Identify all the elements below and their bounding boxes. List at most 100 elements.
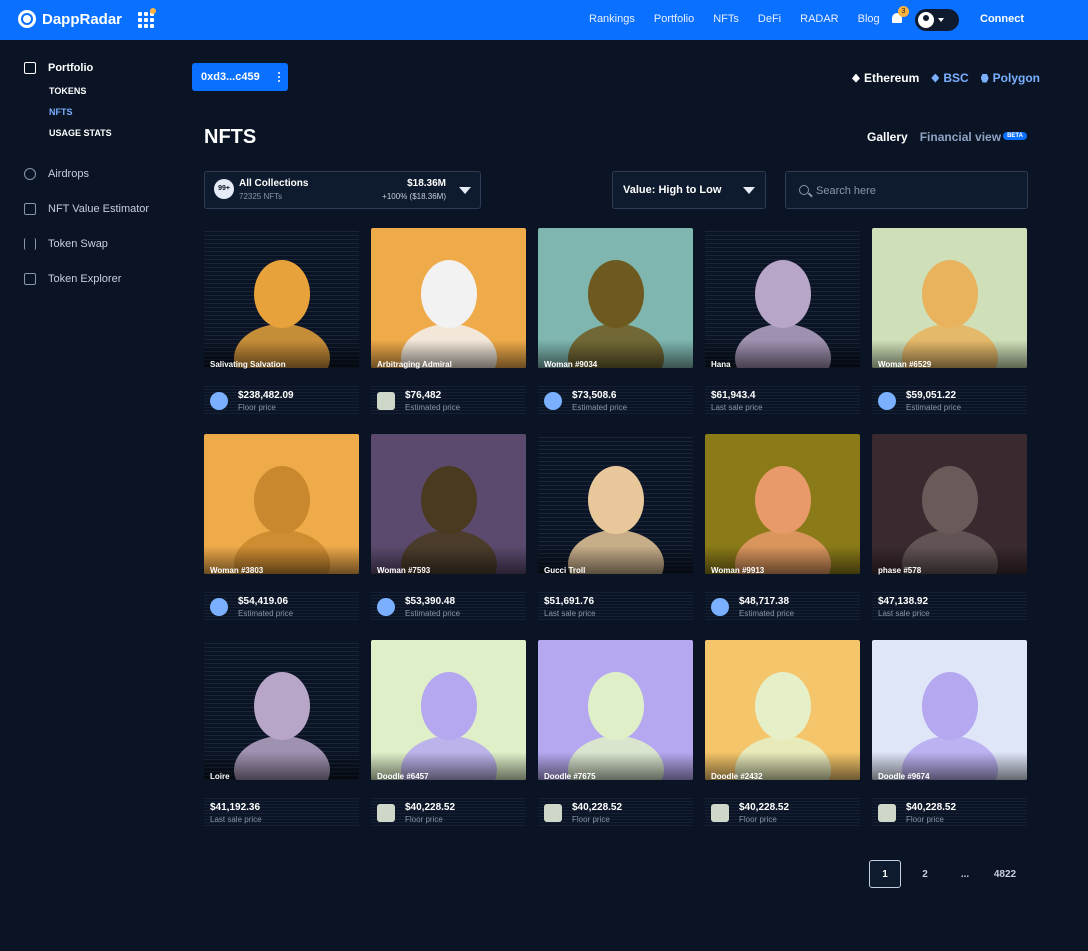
nft-image — [538, 640, 693, 780]
nft-image — [705, 640, 860, 780]
user-menu[interactable] — [915, 9, 959, 31]
sidebar-item-nft-value-estimator[interactable]: NFT Value Estimator — [24, 203, 184, 215]
collection-change: +100% ($18.36M) — [382, 192, 446, 201]
nft-price-info: $76,482 Estimated price — [371, 384, 526, 414]
nft-name: Doodle #2432 — [711, 772, 763, 781]
nft-price-label: Estimated price — [405, 403, 461, 412]
artwork-head-shape — [922, 260, 978, 328]
nft-price-info: $238,482.09 Floor price — [204, 384, 359, 414]
nav-nfts[interactable]: NFTs — [713, 13, 739, 25]
nft-price-label: Estimated price — [906, 403, 962, 412]
chain-selector: Ethereum BSC Polygon — [851, 71, 1040, 85]
wallet-address-button[interactable]: 0xd3...c459 — [192, 63, 288, 91]
nft-card[interactable]: Woman #3803 $54,419.06 Estimated price — [204, 434, 359, 624]
nft-card[interactable]: Doodle #7675 $40,228.52 Floor price — [538, 640, 693, 830]
nft-card[interactable]: phase #578 $47,138.92 Last sale price — [872, 434, 1027, 624]
page-title: NFTS — [204, 126, 257, 148]
airdrop-icon — [24, 168, 36, 180]
sidebar-item-portfolio[interactable]: Portfolio — [24, 62, 184, 74]
artwork-head-shape — [588, 672, 644, 740]
financial-view-tab[interactable]: Financial view BETA — [920, 130, 1027, 144]
nft-card[interactable]: Woman #7593 $53,390.48 Estimated price — [371, 434, 526, 624]
nav-blog[interactable]: Blog — [858, 13, 880, 25]
connect-button[interactable]: Connect — [980, 13, 1024, 25]
chevron-down-icon — [743, 187, 755, 194]
collection-count-badge: 99+ — [214, 179, 234, 199]
nav-defi[interactable]: DeFi — [758, 13, 781, 25]
sidebar-subitem-usage-stats[interactable]: USAGE STATS — [49, 128, 184, 138]
artwork-head-shape — [755, 466, 811, 534]
sidebar-item-token-explorer[interactable]: Token Explorer — [24, 273, 184, 285]
nft-image — [872, 228, 1027, 368]
explorer-icon — [24, 273, 36, 285]
nft-price: $53,390.48 — [405, 596, 456, 607]
view-toggle: Gallery Financial view BETA — [867, 130, 1027, 144]
search-box — [785, 171, 1028, 209]
nft-price-info: $53,390.48 Estimated price — [371, 590, 526, 620]
dappradar-logo[interactable]: DappRadar — [18, 10, 122, 28]
nft-price-label: Estimated price — [238, 609, 294, 618]
nft-card[interactable]: Doodle #6457 $40,228.52 Floor price — [371, 640, 526, 830]
nft-name: Woman #9913 — [711, 566, 765, 575]
nft-price: $54,419.06 — [238, 596, 289, 607]
nft-price-info: $59,051.22 Estimated price — [872, 384, 1027, 414]
portfolio-icon — [24, 62, 36, 74]
nav-portfolio[interactable]: Portfolio — [654, 13, 694, 25]
apps-grid-icon[interactable] — [138, 12, 154, 28]
page-button-last[interactable]: 4822 — [989, 860, 1021, 888]
nft-card[interactable]: Woman #6529 $59,051.22 Estimated price — [872, 228, 1027, 418]
sort-selector[interactable]: Value: High to Low — [612, 171, 766, 209]
nft-name: Salivating Salvation — [210, 360, 286, 369]
search-input[interactable] — [816, 181, 1016, 201]
nft-card[interactable]: Doodle #2432 $40,228.52 Floor price — [705, 640, 860, 830]
nft-price-label: Floor price — [405, 815, 443, 824]
nft-price-label: Floor price — [906, 815, 944, 824]
sidebar-item-token-swap[interactable]: Token Swap — [24, 238, 184, 250]
collection-icon — [544, 392, 562, 410]
chevron-down-icon — [459, 187, 471, 194]
nft-price-info: $40,228.52 Floor price — [371, 796, 526, 826]
page-button-2[interactable]: 2 — [909, 860, 941, 888]
chain-ethereum[interactable]: Ethereum — [851, 71, 919, 85]
gallery-view-tab[interactable]: Gallery — [867, 130, 908, 144]
nft-card[interactable]: Hana $61,943.4 Last sale price — [705, 228, 860, 418]
nft-card[interactable]: Salivating Salvation $238,482.09 Floor pri… — [204, 228, 359, 418]
nft-card[interactable]: Arbitraging Admiral $76,482 Estimated pric… — [371, 228, 526, 418]
nft-price-info: $73,508.6 Estimated price — [538, 384, 693, 414]
bell-icon[interactable]: 3 — [890, 6, 909, 26]
nav-rankings[interactable]: Rankings — [589, 13, 635, 25]
nft-price-label: Floor price — [572, 815, 610, 824]
collection-selector[interactable]: 99+ All Collections 72325 NFTs $18.36M +… — [204, 171, 481, 209]
nft-card[interactable]: Doodle #9674 $40,228.52 Floor price — [872, 640, 1027, 830]
chain-polygon[interactable]: Polygon — [980, 71, 1040, 85]
collection-icon — [544, 804, 562, 822]
nft-card[interactable]: Gucci Troll $51,691.76 Last sale price — [538, 434, 693, 624]
nft-image — [705, 228, 860, 368]
page-button-1[interactable]: 1 — [869, 860, 901, 888]
nft-card[interactable]: Woman #9913 $48,717.38 Estimated price — [705, 434, 860, 624]
nft-price-label: Last sale price — [711, 403, 763, 412]
sidebar-item-airdrops[interactable]: Airdrops — [24, 168, 184, 180]
nft-image — [872, 640, 1027, 780]
swap-icon — [24, 238, 36, 250]
nft-price: $40,228.52 — [739, 802, 790, 813]
nft-card[interactable]: Loire $41,192.36 Last sale price — [204, 640, 359, 830]
logo-icon — [18, 10, 36, 28]
chain-bsc[interactable]: BSC — [931, 71, 969, 85]
artwork-head-shape — [922, 672, 978, 740]
collection-icon — [377, 804, 395, 822]
sort-label: Value: High to Low — [623, 184, 722, 196]
nft-price-label: Estimated price — [739, 609, 795, 618]
top-bar: DappRadar Rankings Portfolio NFTs DeFi R… — [0, 0, 1088, 40]
nav-radar[interactable]: RADAR — [800, 13, 839, 25]
artwork-head-shape — [922, 466, 978, 534]
nft-name: Woman #6529 — [878, 360, 932, 369]
collection-icon — [711, 804, 729, 822]
nft-image — [872, 434, 1027, 574]
nft-price-label: Estimated price — [405, 609, 461, 618]
sidebar-subitem-tokens[interactable]: TOKENS — [49, 86, 184, 96]
nft-image — [204, 640, 359, 780]
collection-icon — [210, 598, 228, 616]
nft-card[interactable]: Woman #9034 $73,508.6 Estimated price — [538, 228, 693, 418]
sidebar-subitem-nfts[interactable]: NFTS — [49, 107, 184, 117]
